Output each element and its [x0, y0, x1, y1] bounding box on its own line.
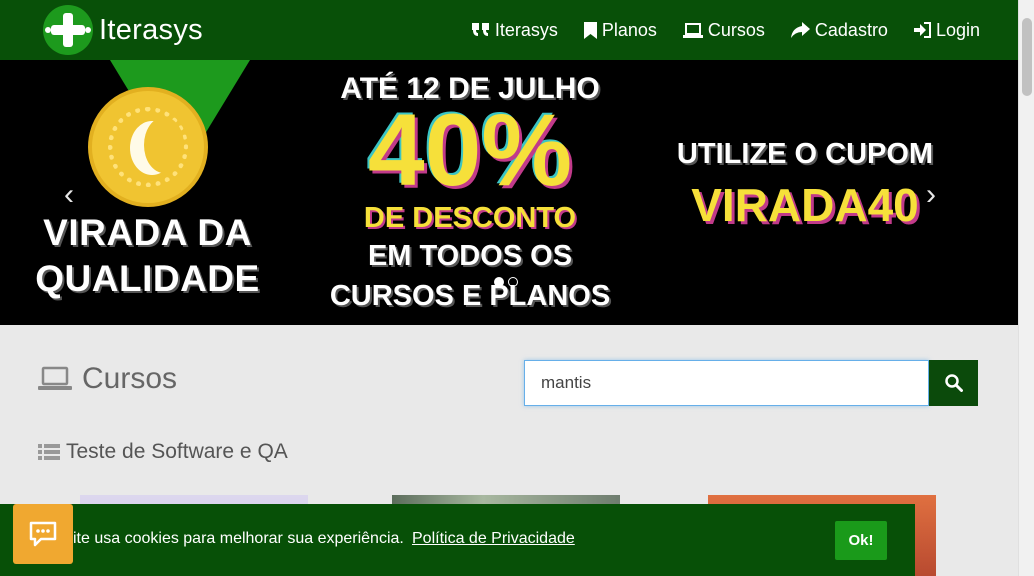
list-icon: [38, 444, 60, 460]
search-button[interactable]: [929, 360, 978, 406]
laptop-icon: [682, 22, 703, 38]
top-navbar: Iterasys Iterasys Planos Cursos Cadastro…: [0, 0, 1018, 60]
nav-item-login[interactable]: Login: [913, 19, 980, 41]
scroll-thumb[interactable]: [1022, 18, 1032, 96]
courses-heading: Cursos: [38, 362, 177, 396]
brand[interactable]: Iterasys: [43, 5, 203, 55]
banner-left-title: VIRADA DA QUALIDADE: [30, 210, 265, 302]
promo-banner-carousel[interactable]: VIRADA DA QUALIDADE ATÉ 12 DE JULHO 40% …: [0, 60, 1018, 325]
nav-item-cursos[interactable]: Cursos: [682, 19, 765, 41]
share-icon: [790, 22, 810, 38]
banner-left-title-line1: VIRADA DA: [43, 212, 252, 253]
banner-scope-line1: EM TODOS OS: [367, 240, 573, 272]
privacy-policy-link[interactable]: Política de Privacidade: [412, 530, 575, 548]
carousel-indicator-1[interactable]: [494, 277, 504, 287]
nav-item-cadastro[interactable]: Cadastro: [790, 19, 888, 41]
banner-center: ATÉ 12 DE JULHO 40% DE DESCONTO EM TODOS…: [320, 60, 620, 315]
banner-discount-label: DE DESCONTO: [363, 202, 577, 234]
banner-coupon-code: VIRADA40: [691, 179, 919, 231]
carousel-indicators: [494, 277, 522, 287]
nav-label: Cursos: [707, 19, 765, 40]
page-scrollbar[interactable]: [1018, 0, 1034, 576]
sign-in-icon: [913, 22, 931, 38]
chat-icon: [29, 521, 57, 547]
bookmark-icon: [583, 21, 597, 39]
iterasys-logo-icon: [43, 5, 93, 55]
cookie-chat-icon[interactable]: [13, 504, 73, 564]
nav-label: Login: [935, 19, 980, 40]
brand-name: Iterasys: [99, 13, 203, 46]
carousel-prev-button[interactable]: ‹: [64, 178, 74, 212]
nav-label: Iterasys: [494, 19, 558, 40]
nav-item-iterasys[interactable]: Iterasys: [471, 19, 558, 41]
nav-links: Iterasys Planos Cursos Cadastro Login: [446, 20, 980, 41]
nav-label: Cadastro: [814, 19, 888, 40]
page-title: Cursos: [82, 362, 178, 395]
cookie-ok-button[interactable]: Ok!: [835, 521, 887, 560]
carousel-next-button[interactable]: ›: [926, 178, 936, 212]
search-icon: [944, 374, 963, 392]
carousel-indicator-2[interactable]: [508, 277, 518, 287]
course-search-input[interactable]: [524, 360, 929, 406]
banner-discount: 40%: [367, 93, 573, 207]
quote-icon: [471, 23, 489, 36]
banner-coupon-label: UTILIZE O CUPOM: [676, 138, 934, 170]
nav-label: Planos: [601, 19, 657, 40]
nav-item-planos[interactable]: Planos: [583, 19, 657, 41]
medal-icon: [88, 87, 208, 207]
category-title: Teste de Software e QA: [66, 440, 288, 463]
category-heading: Teste de Software e QA: [38, 440, 288, 464]
cookie-message: ite usa cookies para melhorar sua experi…: [73, 530, 404, 547]
laptop-icon: [38, 366, 72, 390]
banner-left-title-line2: QUALIDADE: [35, 258, 260, 299]
banner-scope-line2: CURSOS E PLANOS: [329, 280, 611, 312]
